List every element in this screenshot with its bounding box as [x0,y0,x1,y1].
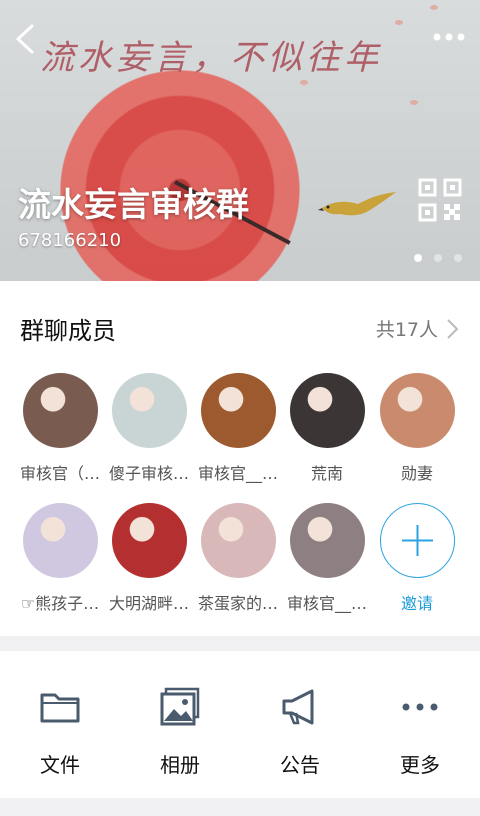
pager-dot [454,254,462,262]
folder-icon [40,693,80,723]
member-avatar [200,373,276,448]
qr-code-icon[interactable] [418,178,462,222]
member-avatar [22,503,98,578]
member-avatar [111,373,187,448]
invite-button[interactable]: 邀请 [372,503,462,614]
member-avatar [22,373,98,448]
member-item[interactable]: 大明湖畔… [104,503,194,614]
files-button[interactable]: 文件 [0,651,120,778]
member-name: ☞熊孩子… [20,594,100,613]
files-label: 文件 [40,753,80,777]
member-name: 茶蛋家的… [197,594,278,613]
group-id: 678166210 [18,230,122,251]
member-avatar [379,373,455,448]
banner-calligraphy: 流水妄言，不似往年 [40,38,382,78]
more-menu-icon[interactable] [432,32,466,42]
member-name: 傻子审核… [108,464,189,483]
member-name: 审核官__… [286,594,367,613]
member-item[interactable]: 审核官__… [193,373,283,484]
pager-dot [434,254,442,262]
chevron-right-icon [447,318,459,339]
member-count: 共17人 [375,319,438,341]
announcement-button[interactable]: 公告 [240,651,360,778]
bird-illustration [318,192,396,216]
members-title: 群聊成员 [20,317,116,345]
add-icon [379,503,455,578]
group-name: 流水妄言审核群 [18,185,249,224]
member-name: 审核官__… [197,464,278,483]
members-section: 群聊成员 共17人 审核官（… 傻子审核… 审核官__… 荒南 勋妻 ☞熊孩子… 大明湖畔…… [0,281,480,636]
member-name: 大明湖畔… [108,594,189,613]
megaphone-icon [282,689,314,725]
member-name: 勋妻 [400,464,433,483]
album-label: 相册 [160,753,200,777]
announcement-label: 公告 [280,753,320,777]
member-name: 荒南 [310,464,343,483]
banner-pager [414,254,462,262]
member-item[interactable]: 审核官（… [15,373,105,484]
member-avatar [289,503,365,578]
member-avatar [289,373,365,448]
action-bar: 文件 相册 公告 更多 [0,651,480,798]
pager-dot [414,254,422,262]
member-name: 审核官（… [19,464,100,483]
member-item[interactable]: 荒南 [282,373,372,484]
more-icon [402,703,438,711]
photo-album-icon [160,687,200,726]
member-item[interactable]: ☞熊孩子… [15,503,105,614]
member-item[interactable]: 勋妻 [372,373,462,484]
member-avatar [111,503,187,578]
member-item[interactable]: 审核官__… [282,503,372,614]
back-arrow-icon[interactable] [12,22,40,56]
album-button[interactable]: 相册 [120,651,240,778]
members-header[interactable]: 群聊成员 共17人 [0,281,480,376]
member-avatar [200,503,276,578]
member-item[interactable]: 茶蛋家的… [193,503,283,614]
invite-label: 邀请 [400,594,433,613]
member-item[interactable]: 傻子审核… [104,373,194,484]
more-button[interactable]: 更多 [360,651,480,778]
more-label: 更多 [400,753,440,777]
group-banner: 流水妄言，不似往年 流水妄言审核群 678166210 [0,0,480,281]
